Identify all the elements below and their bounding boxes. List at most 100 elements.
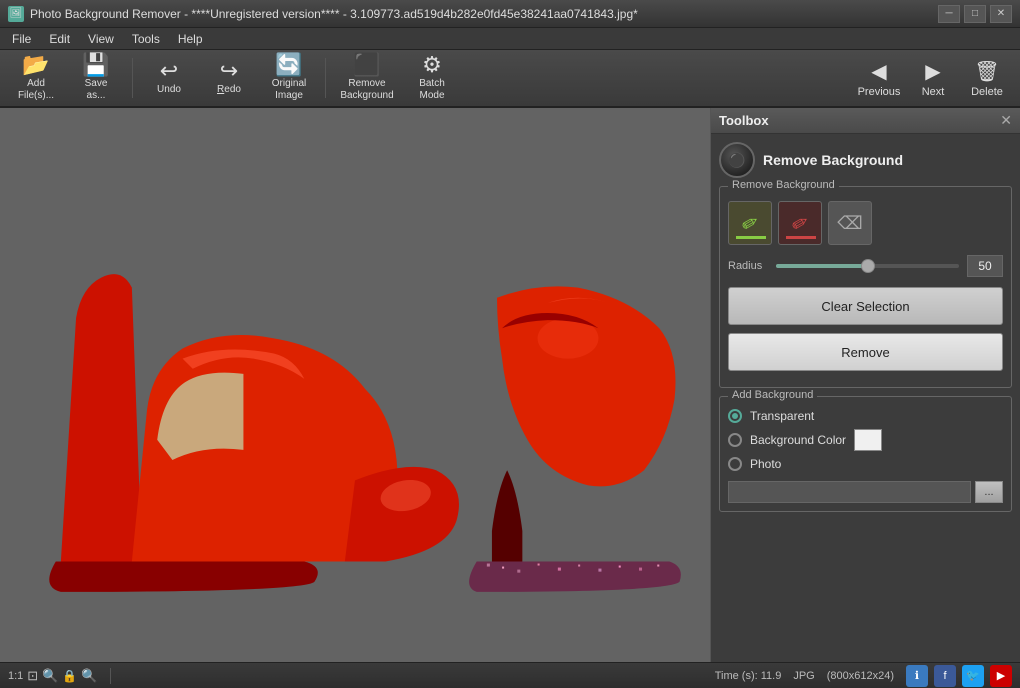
status-bar: 1:1 ⊡ 🔍 🔒 🔍 Time (s): 11.9 JPG (800x612x…: [0, 662, 1020, 688]
toolbox-title: Toolbox: [719, 113, 769, 128]
photo-path-input[interactable]: [728, 481, 971, 503]
original-image-button[interactable]: 🔄 OriginalImage: [261, 53, 317, 103]
delete-icon: 🗑: [974, 59, 999, 84]
status-sep-1: [110, 668, 111, 684]
eraser-icon: ⌫: [837, 213, 862, 234]
transparent-option-row: Transparent: [728, 409, 1003, 423]
bg-color-option-row: Background Color: [728, 429, 1003, 451]
browse-button[interactable]: ...: [975, 481, 1003, 503]
circle-icon: ⚫: [728, 152, 745, 169]
photo-input-row: ...: [728, 481, 1003, 503]
batch-mode-label: Batch Mode: [406, 78, 458, 102]
tool-buttons-row: ✏ ✏ ⌫: [728, 201, 1003, 245]
radius-value: 50: [967, 255, 1003, 277]
add-bg-group: Add Background Transparent Background Co…: [719, 396, 1012, 512]
zoom-controls: 1:1 ⊡ 🔍 🔒 🔍: [8, 668, 98, 684]
menu-view[interactable]: View: [80, 30, 122, 48]
add-files-button[interactable]: 📂 AddFile(s)...: [8, 53, 64, 103]
green-pen-underline: [736, 236, 766, 239]
green-pen-icon: ✏: [736, 208, 763, 238]
zoom-fit-button[interactable]: ⊡: [27, 668, 38, 684]
menu-help[interactable]: Help: [170, 30, 211, 48]
menu-edit[interactable]: Edit: [41, 30, 78, 48]
radius-slider-fill: [776, 264, 868, 268]
toolbar-sep-1: [132, 58, 133, 98]
previous-button[interactable]: ◀ Previous: [854, 53, 904, 103]
twitter-button[interactable]: 🐦: [962, 665, 984, 687]
redo-button[interactable]: ↪ Redo: [201, 53, 257, 103]
zoom-out-button[interactable]: 🔍: [42, 668, 58, 684]
save-as-label: Saveas...: [85, 78, 108, 102]
delete-button[interactable]: 🗑 Delete: [962, 53, 1012, 103]
background-options: Transparent Background Color Photo: [728, 405, 1003, 503]
transparent-label: Transparent: [750, 409, 814, 423]
batch-mode-button[interactable]: ⚙ Batch Mode: [404, 53, 460, 103]
toolbar-sep-2: [325, 58, 326, 98]
toolbar: 📂 AddFile(s)... 💾 Saveas... ↩ Undo ↪ Red…: [0, 50, 1020, 108]
app-icon: 🖼: [8, 6, 24, 22]
redo-label: Redo: [217, 84, 241, 96]
add-bg-group-label: Add Background: [728, 389, 817, 401]
remove-bg-header: ⚫ Remove Background: [719, 142, 1012, 178]
next-label: Next: [922, 86, 945, 98]
main-area: Toolbox ✕ ⚫ Remove Background Remove Bac…: [0, 108, 1020, 662]
youtube-button[interactable]: ▶: [990, 665, 1012, 687]
minimize-button[interactable]: ─: [938, 5, 960, 23]
bg-color-label: Background Color: [750, 433, 846, 447]
redo-icon: ↪: [220, 60, 238, 82]
time-value: 11.9: [761, 670, 782, 682]
info-button[interactable]: ℹ: [906, 665, 928, 687]
green-brush-button[interactable]: ✏: [728, 201, 772, 245]
maximize-button[interactable]: □: [964, 5, 986, 23]
radius-slider-container: [776, 256, 959, 276]
transparent-radio[interactable]: [728, 409, 742, 423]
remove-bg-group: Remove Background ✏ ✏ ⌫: [719, 186, 1012, 388]
red-brush-button[interactable]: ✏: [778, 201, 822, 245]
bg-color-swatch[interactable]: [854, 429, 882, 451]
clear-selection-button[interactable]: Clear Selection: [728, 287, 1003, 325]
red-pen-icon: ✏: [786, 208, 813, 238]
previous-label: Previous: [858, 86, 901, 98]
remove-bg-section-title: Remove Background: [763, 152, 903, 168]
menu-file[interactable]: File: [4, 30, 39, 48]
radius-label: Radius: [728, 260, 768, 272]
original-image-icon: 🔄: [275, 54, 302, 76]
menu-tools[interactable]: Tools: [124, 30, 168, 48]
window-title: Photo Background Remover - ****Unregiste…: [30, 7, 938, 21]
save-as-button[interactable]: 💾 Saveas...: [68, 53, 124, 103]
photo-label: Photo: [750, 457, 781, 471]
title-bar: 🖼 Photo Background Remover - ****Unregis…: [0, 0, 1020, 28]
shoe-image: [0, 108, 710, 662]
toolbox-header: Toolbox ✕: [711, 108, 1020, 134]
bg-color-radio[interactable]: [728, 433, 742, 447]
photo-radio[interactable]: [728, 457, 742, 471]
add-files-icon: 📂: [22, 54, 49, 76]
close-button[interactable]: ✕: [990, 5, 1012, 23]
format-label: JPG: [793, 670, 814, 682]
remove-bg-group-label: Remove Background: [728, 179, 839, 191]
save-as-icon: 💾: [82, 54, 109, 76]
next-icon: ▶: [925, 59, 940, 84]
toolbox-content: ⚫ Remove Background Remove Background ✏ …: [711, 134, 1020, 662]
time-label: Time (s): 11.9: [715, 670, 782, 682]
toolbar-nav: ◀ Previous ▶ Next 🗑 Delete: [854, 53, 1012, 103]
zoom-in-button[interactable]: 🔍: [81, 668, 97, 684]
previous-icon: ◀: [871, 59, 886, 84]
next-button[interactable]: ▶ Next: [908, 53, 958, 103]
radius-slider-thumb[interactable]: [861, 259, 875, 273]
remove-button[interactable]: Remove: [728, 333, 1003, 371]
eraser-button[interactable]: ⌫: [828, 201, 872, 245]
window-controls: ─ □ ✕: [938, 5, 1012, 23]
facebook-button[interactable]: f: [934, 665, 956, 687]
red-pen-underline: [786, 236, 816, 239]
canvas-area[interactable]: [0, 108, 710, 662]
remove-background-button[interactable]: ⬛ RemoveBackground: [334, 53, 400, 103]
toolbox-close-button[interactable]: ✕: [1000, 112, 1012, 129]
add-files-label: AddFile(s)...: [18, 78, 54, 102]
remove-bg-icon: ⬛: [353, 54, 380, 76]
lock-icon: 🔒: [62, 669, 77, 683]
undo-button[interactable]: ↩ Undo: [141, 53, 197, 103]
undo-icon: ↩: [160, 60, 178, 82]
photo-option-row: Photo: [728, 457, 1003, 471]
remove-bg-label: RemoveBackground: [340, 78, 393, 102]
